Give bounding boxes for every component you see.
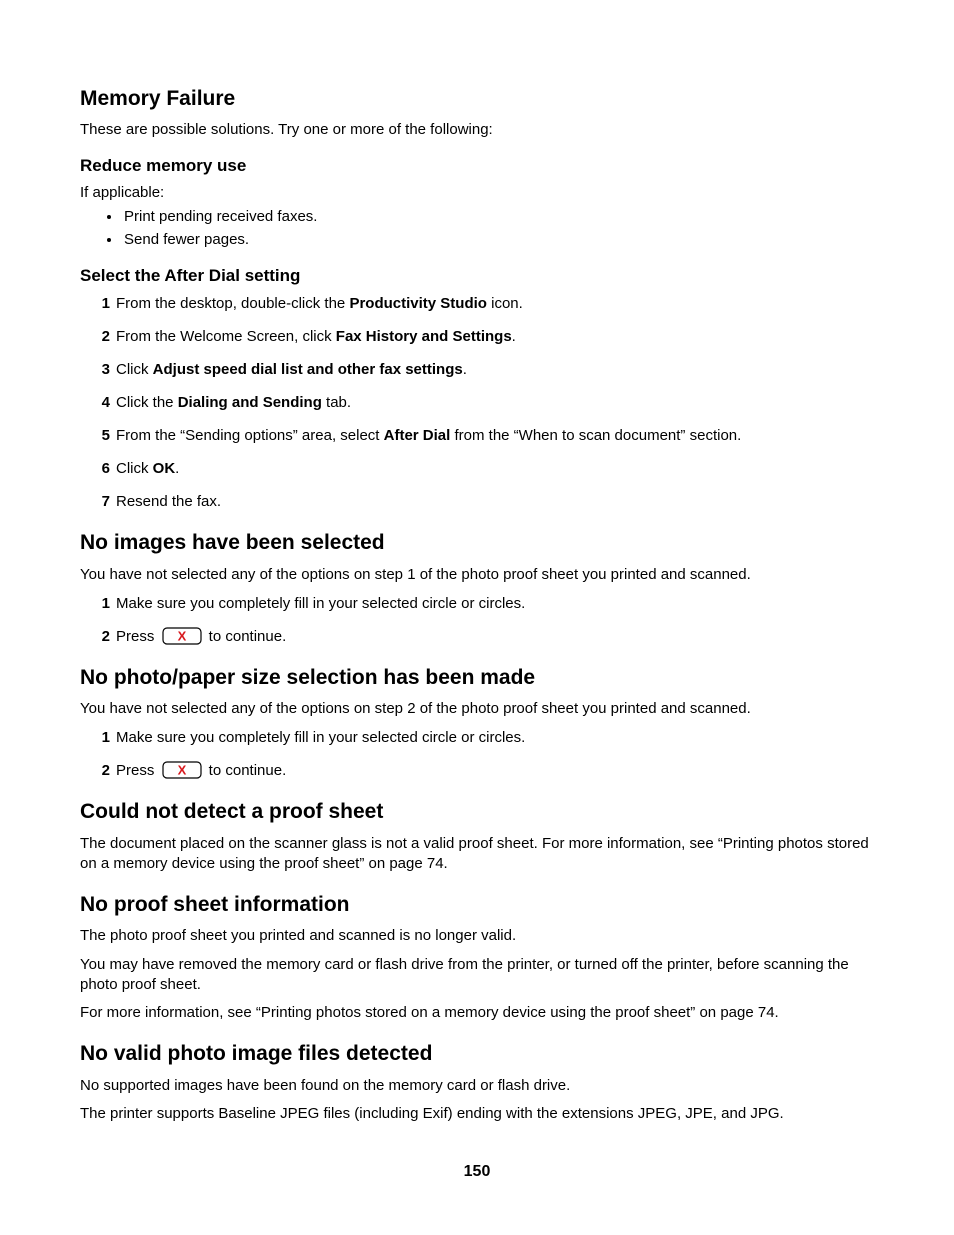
body-text: No supported images have been found on t… <box>80 1076 874 1096</box>
step-item: 5 From the “Sending options” area, select… <box>96 425 874 446</box>
step-text: Click Adjust speed dial list and other f… <box>116 361 467 378</box>
step-item: 3 Click Adjust speed dial list and other … <box>96 359 874 380</box>
heading-no-detect: Could not detect a proof sheet <box>80 799 874 825</box>
body-text: The printer supports Baseline JPEG files… <box>80 1104 874 1124</box>
heading-no-size: No photo/paper size selection has been m… <box>80 665 874 691</box>
step-item: 4 Click the Dialing and Sending tab. <box>96 392 874 413</box>
step-text: From the Welcome Screen, click Fax Histo… <box>116 328 516 345</box>
step-item: 1 Make sure you completely fill in your s… <box>96 727 874 748</box>
section-no-detect: Could not detect a proof sheet The docum… <box>80 799 874 874</box>
heading-memory-failure: Memory Failure <box>80 86 874 112</box>
subheading-reduce-memory: Reduce memory use <box>80 155 874 177</box>
section-no-proof-info: No proof sheet information The photo pro… <box>80 892 874 1023</box>
section-no-images: No images have been selected You have no… <box>80 530 874 647</box>
list-item: Print pending received faxes. <box>122 205 874 228</box>
after-dial-steps: 1 From the desktop, double-click the Prod… <box>80 293 874 512</box>
step-number: 1 <box>96 727 110 748</box>
step-item: 7 Resend the fax. <box>96 491 874 512</box>
step-text: Press X to continue. <box>116 628 286 645</box>
no-images-steps: 1 Make sure you completely fill in your s… <box>80 593 874 647</box>
step-text: Resend the fax. <box>116 493 221 510</box>
step-number: 2 <box>96 326 110 347</box>
heading-no-valid: No valid photo image files detected <box>80 1041 874 1067</box>
step-text: Click OK. <box>116 460 179 477</box>
step-number: 7 <box>96 491 110 512</box>
step-item: 2 Press X to continue. <box>96 626 874 647</box>
list-item: Send fewer pages. <box>122 228 874 251</box>
intro-text: These are possible solutions. Try one or… <box>80 120 874 140</box>
body-text: The document placed on the scanner glass… <box>80 834 874 875</box>
intro-text: You have not selected any of the options… <box>80 565 874 585</box>
step-item: 2 Press X to continue. <box>96 760 874 781</box>
subheading-after-dial: Select the After Dial setting <box>80 265 874 287</box>
step-text: Make sure you completely fill in your se… <box>116 595 525 612</box>
section-no-valid: No valid photo image files detected No s… <box>80 1041 874 1124</box>
page-number: 150 <box>0 1163 954 1181</box>
section-memory-failure: Memory Failure These are possible soluti… <box>80 86 874 512</box>
step-number: 4 <box>96 392 110 413</box>
heading-no-proof-info: No proof sheet information <box>80 892 874 918</box>
step-text: Make sure you completely fill in your se… <box>116 729 525 746</box>
reduce-bullet-list: Print pending received faxes. Send fewer… <box>80 205 874 252</box>
step-text: From the “Sending options” area, select … <box>116 427 741 444</box>
step-item: 6 Click OK. <box>96 458 874 479</box>
step-number: 1 <box>96 593 110 614</box>
section-no-size: No photo/paper size selection has been m… <box>80 665 874 782</box>
step-item: 2 From the Welcome Screen, click Fax Hist… <box>96 326 874 347</box>
document-page: Memory Failure These are possible soluti… <box>0 0 954 1124</box>
step-text: From the desktop, double-click the Produ… <box>116 295 523 312</box>
step-text: Press X to continue. <box>116 762 286 779</box>
body-text: You may have removed the memory card or … <box>80 955 874 996</box>
step-number: 3 <box>96 359 110 380</box>
step-number: 2 <box>96 760 110 781</box>
step-item: 1 Make sure you completely fill in your s… <box>96 593 874 614</box>
step-number: 6 <box>96 458 110 479</box>
svg-text:X: X <box>177 763 186 778</box>
step-number: 5 <box>96 425 110 446</box>
no-size-steps: 1 Make sure you completely fill in your s… <box>80 727 874 781</box>
step-number: 1 <box>96 293 110 314</box>
cancel-x-button-icon: X <box>162 627 202 645</box>
step-item: 1 From the desktop, double-click the Prod… <box>96 293 874 314</box>
cancel-x-button-icon: X <box>162 761 202 779</box>
body-text: For more information, see “Printing phot… <box>80 1003 874 1023</box>
svg-text:X: X <box>177 628 186 643</box>
step-text: Click the Dialing and Sending tab. <box>116 394 351 411</box>
body-text: The photo proof sheet you printed and sc… <box>80 926 874 946</box>
intro-text: You have not selected any of the options… <box>80 699 874 719</box>
step-number: 2 <box>96 626 110 647</box>
heading-no-images: No images have been selected <box>80 530 874 556</box>
reduce-lead: If applicable: <box>80 183 874 203</box>
